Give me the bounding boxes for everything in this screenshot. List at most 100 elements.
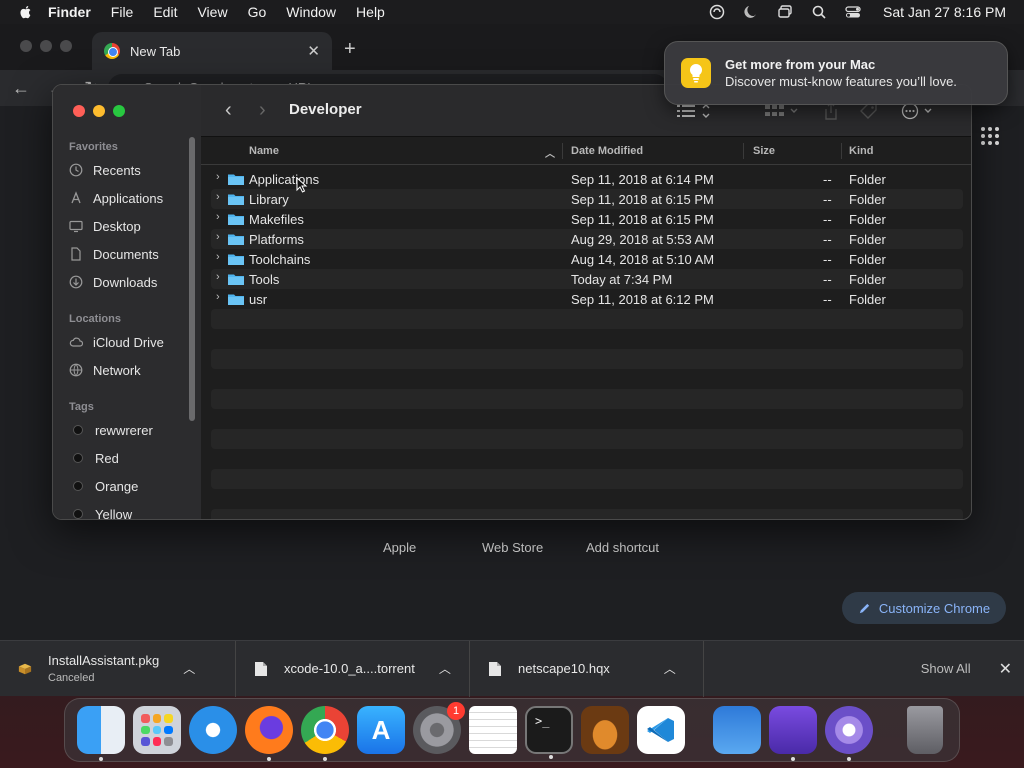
running-indicator [847,757,851,761]
dock-textedit-icon[interactable] [469,706,517,754]
menu-file[interactable]: File [111,4,134,20]
sidebar-tag-rewwrerer[interactable]: rewwrerer [69,419,193,441]
dock-trash-icon[interactable] [907,706,943,754]
zoom-window-button[interactable] [113,105,125,117]
file-date: Sep 11, 2018 at 6:15 PM [571,192,714,207]
table-row[interactable]: › Applications Sep 11, 2018 at 6:14 PM -… [211,169,963,189]
sidebar-item-label: Downloads [93,274,158,290]
table-row[interactable]: › Toolchains Aug 14, 2018 at 5:10 AM -- … [211,249,963,269]
dock-chrome-icon[interactable] [301,706,349,761]
sidebar-item-network[interactable]: Network [69,359,193,381]
dock-apple-configurator-icon[interactable] [769,706,817,761]
vpn-icon[interactable] [709,4,725,20]
chrome-tab-new-tab[interactable]: New Tab ✕ [92,32,332,70]
column-kind[interactable]: Kind [849,145,873,157]
sidebar-tag-yellow[interactable]: Yellow [69,503,193,519]
close-downloads-icon[interactable]: ✕ [999,659,1012,679]
sidebar-item-downloads[interactable]: Downloads [69,271,193,293]
disclosure-triangle-icon[interactable]: › [216,271,220,283]
file-size: -- [823,232,832,247]
sidebar-item-icloud-drive[interactable]: iCloud Drive [69,331,193,353]
chevron-up-icon[interactable]: ︿ [439,660,451,677]
download-item[interactable]: xcode-10.0_a....torrent ︿ [236,640,470,697]
close-window-button[interactable] [73,105,85,117]
table-row[interactable]: › usr Sep 11, 2018 at 6:12 PM -- Folder [211,289,963,309]
apple-menu-icon[interactable] [18,4,34,20]
sidebar-scrollbar[interactable] [189,137,195,421]
do-not-disturb-icon[interactable] [743,4,759,20]
sidebar-item-label: iCloud Drive [93,334,164,350]
table-row[interactable]: › Makefiles Sep 11, 2018 at 6:15 PM -- F… [211,209,963,229]
shortcut-apple[interactable]: Apple [383,540,416,555]
menu-app-name[interactable]: Finder [48,4,91,20]
sidebar-item-applications[interactable]: Applications [69,187,193,209]
dock-garageband-icon[interactable] [581,706,629,754]
chrome-back-icon[interactable]: ← [12,78,30,99]
show-all-downloads-button[interactable]: Show All [921,661,971,676]
dock-terminal-icon[interactable]: >_ [525,706,573,759]
spotlight-icon[interactable] [811,4,827,20]
menu-clock[interactable]: Sat Jan 27 8:16 PM [883,4,1006,20]
tab-close-icon[interactable]: ✕ [307,42,320,60]
sidebar-tag-orange[interactable]: Orange [69,475,193,497]
back-chevron-icon[interactable]: ‹ [225,99,232,122]
tag-dot-icon [73,509,83,519]
customize-chrome-button[interactable]: Customize Chrome [842,592,1006,624]
column-name[interactable]: Name [249,145,279,157]
chrome-zoom-dot[interactable] [60,40,72,52]
column-date-modified[interactable]: Date Modified [571,145,643,157]
new-tab-plus-icon[interactable]: + [344,38,356,61]
sidebar-item-recents[interactable]: Recents [69,159,193,181]
sidebar-tag-red[interactable]: Red [69,447,193,469]
dock-safari-icon[interactable] [189,706,237,754]
menu-view[interactable]: View [197,4,227,20]
screen-mirroring-icon[interactable] [777,4,793,20]
minimize-window-button[interactable] [93,105,105,117]
menu-help[interactable]: Help [356,4,385,20]
dock-launchpad-icon[interactable] [133,706,181,754]
disclosure-triangle-icon[interactable]: › [216,231,220,243]
disclosure-triangle-icon[interactable]: › [216,171,220,183]
disclosure-triangle-icon[interactable]: › [216,291,220,303]
dock-firefox-icon[interactable] [245,706,293,761]
notification-banner[interactable]: Get more from your Mac Discover must-kno… [664,41,1008,105]
shortcut-web-store[interactable]: Web Store [482,540,543,555]
table-row[interactable]: › Library Sep 11, 2018 at 6:15 PM -- Fol… [211,189,963,209]
file-list: › Applications Sep 11, 2018 at 6:14 PM -… [211,169,963,519]
forward-chevron-icon[interactable]: › [259,99,266,122]
file-date: Sep 11, 2018 at 6:14 PM [571,172,714,187]
chrome-close-dot[interactable] [20,40,32,52]
menu-go[interactable]: Go [248,4,267,20]
dock-app-store-icon[interactable]: A [357,706,405,754]
download-item[interactable]: netscape10.hqx ︿ [470,640,704,697]
dock-bittorrent-icon[interactable] [825,706,873,761]
dock-finder-icon[interactable] [77,706,125,761]
table-row[interactable]: › Platforms Aug 29, 2018 at 5:53 AM -- F… [211,229,963,249]
chrome-logo-icon [104,43,120,59]
column-divider[interactable] [841,143,842,159]
chevron-up-icon[interactable]: ︿ [664,660,676,677]
chrome-minimize-dot[interactable] [40,40,52,52]
disclosure-triangle-icon[interactable]: › [216,191,220,203]
sidebar-item-documents[interactable]: Documents [69,243,193,265]
running-indicator [549,755,553,759]
google-apps-grid-icon[interactable] [980,126,1000,146]
disclosure-triangle-icon[interactable]: › [216,251,220,263]
disclosure-triangle-icon[interactable]: › [216,211,220,223]
menu-window[interactable]: Window [286,4,336,20]
menu-edit[interactable]: Edit [153,4,177,20]
empty-row [211,429,963,449]
table-row[interactable]: › Tools Today at 7:34 PM -- Folder [211,269,963,289]
dock-system-settings-icon[interactable]: 1 [413,702,465,754]
dock-weather-icon[interactable] [713,706,761,754]
chevron-up-icon[interactable]: ︿ [183,660,195,677]
sidebar-item-desktop[interactable]: Desktop [69,215,193,237]
dock-vscode-icon[interactable] [637,706,685,754]
control-center-icon[interactable] [845,4,861,20]
column-divider[interactable] [562,143,563,159]
column-size[interactable]: Size [753,145,775,157]
column-divider[interactable] [743,143,744,159]
shortcut-add[interactable]: Add shortcut [586,540,659,555]
sort-ascending-icon[interactable]: ︿ [545,145,555,160]
download-item[interactable]: InstallAssistant.pkg Canceled ︿ [0,640,236,697]
